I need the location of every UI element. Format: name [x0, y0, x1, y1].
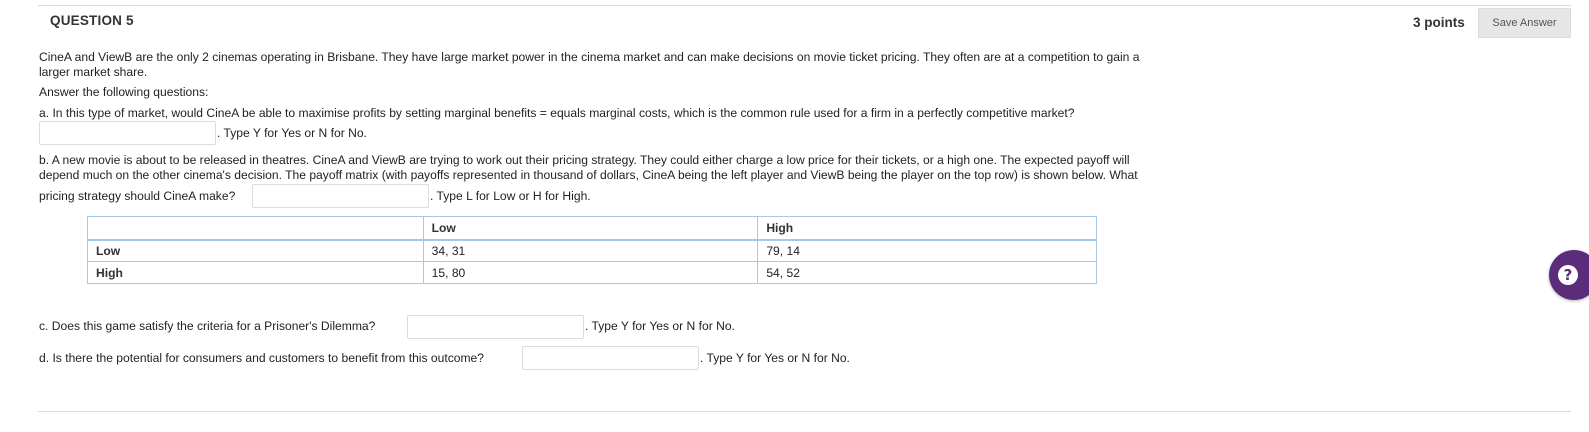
- save-answer-button[interactable]: Save Answer: [1478, 8, 1571, 38]
- part-c-hint: . Type Y for Yes or N for No.: [585, 319, 735, 333]
- table-row: High 15, 80 54, 52: [87, 261, 1097, 284]
- points-label: 3 points: [1413, 15, 1465, 30]
- part-d-question: d. Is there the potential for consumers …: [39, 351, 485, 365]
- part-b-text-line-1: b. A new movie is about to be released i…: [39, 153, 1130, 167]
- part-d-hint: . Type Y for Yes or N for No.: [700, 351, 850, 365]
- table-header-row: Low High: [87, 216, 1097, 241]
- table-header-cell: High: [757, 216, 1097, 241]
- help-button[interactable]: ?: [1549, 250, 1589, 300]
- table-cell: 34, 31: [422, 239, 759, 262]
- table-cell: 79, 14: [757, 239, 1097, 262]
- part-d-answer-input[interactable]: [522, 346, 699, 370]
- table-row: Low 34, 31 79, 14: [87, 239, 1097, 262]
- row-label: High: [87, 261, 424, 284]
- top-divider: [38, 5, 1571, 6]
- intro-text-line-1: CineA and ViewB are the only 2 cinemas o…: [39, 50, 1140, 64]
- answer-prompt: Answer the following questions:: [39, 85, 209, 99]
- part-a-answer-input[interactable]: [39, 121, 216, 145]
- part-b-text-line-2: depend much on the other cinema's decisi…: [39, 168, 1138, 182]
- row-label: Low: [87, 239, 424, 262]
- bottom-divider: [38, 411, 1571, 412]
- part-b-text-line-3: pricing strategy should CineA make?: [39, 189, 236, 203]
- intro-text-line-2: larger market share.: [39, 65, 148, 79]
- question-header: QUESTION 5: [50, 13, 134, 28]
- table-header-cell: [87, 216, 424, 241]
- table-header-cell: Low: [422, 216, 759, 241]
- part-a-hint: . Type Y for Yes or N for No.: [217, 126, 367, 140]
- table-cell: 54, 52: [757, 261, 1097, 284]
- part-b-hint: . Type L for Low or H for High.: [430, 189, 591, 203]
- payoff-matrix-table: Low High Low 34, 31 79, 14 High 15, 80 5…: [87, 216, 1097, 284]
- part-c-answer-input[interactable]: [407, 315, 584, 339]
- part-b-answer-input[interactable]: [252, 184, 429, 208]
- part-a-question: a. In this type of market, would CineA b…: [39, 106, 1075, 120]
- question-mark-icon: ?: [1558, 265, 1578, 285]
- table-cell: 15, 80: [422, 261, 759, 284]
- part-c-question: c. Does this game satisfy the criteria f…: [39, 319, 376, 333]
